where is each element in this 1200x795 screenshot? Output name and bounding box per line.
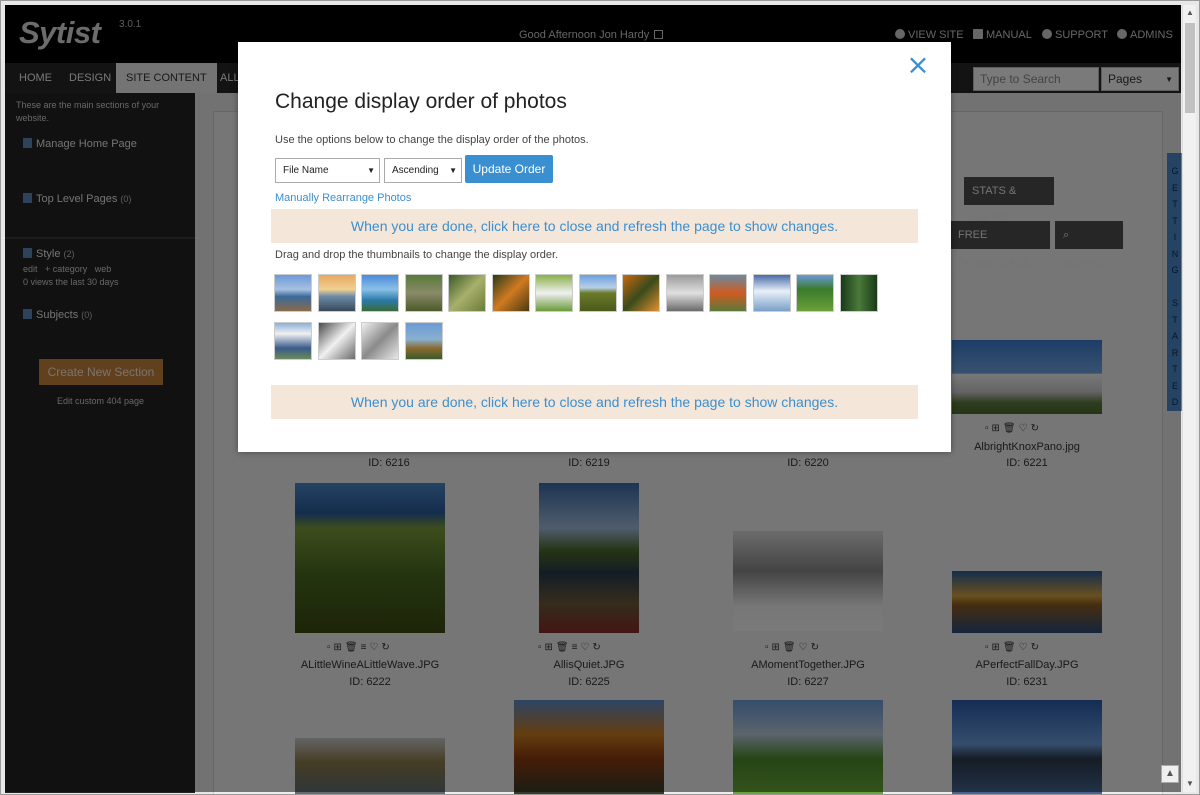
thumbnail-sunset-lake[interactable] [317,274,356,312]
thumbnail-bird-field[interactable] [535,274,573,312]
close-refresh-banner-bottom[interactable]: When you are done, click here to close a… [271,385,918,419]
scroll-down-arrow[interactable]: ▼ [1186,779,1194,788]
scrollbar-thumb[interactable] [1185,23,1195,113]
thumbnail-autumn-leaves[interactable] [448,274,486,312]
browser-window: Sytist 3.0.1 Good Afternoon Jon Hardy VI… [0,0,1200,795]
modal-title: Change display order of photos [275,90,567,113]
thumbnail-autumn-tower[interactable] [404,322,443,360]
thumbnail-green-path[interactable] [796,274,834,312]
thumbnail-fountain[interactable] [404,274,443,312]
thumbnail-dock-lake[interactable] [274,274,312,312]
drag-instructions: Drag and drop the thumbnails to change t… [275,249,559,261]
chevron-down-icon: ▼ [449,166,457,175]
thumbnail-forest[interactable] [839,274,878,312]
thumbnail-snow-branches[interactable] [361,322,399,360]
reorder-photos-modal: × Change display order of photos Use the… [238,42,951,452]
thumbnail-orange-flowers[interactable] [709,274,747,312]
update-order-button[interactable]: Update Order [465,155,553,183]
scroll-up-arrow[interactable]: ▲ [1186,8,1194,17]
thumbnail-orange-leaves[interactable] [491,274,530,312]
chevron-down-icon: ▼ [367,166,375,175]
thumbnail-snow-tree[interactable] [665,274,704,312]
manual-rearrange-link[interactable]: Manually Rearrange Photos [275,192,411,204]
sort-direction-value: Ascending [392,165,439,176]
thumbnail-fall-foliage[interactable] [622,274,660,312]
thumbnail-snowy-woods[interactable] [317,322,356,360]
modal-description: Use the options below to change the disp… [275,134,589,146]
sort-field-select[interactable]: File Name ▼ [275,158,380,183]
sort-direction-select[interactable]: Ascending ▼ [384,158,462,183]
page-scrollbar[interactable]: ▲ ▼ [1182,5,1196,792]
close-refresh-banner-top[interactable]: When you are done, click here to close a… [271,209,918,243]
thumbnail-vineyard[interactable] [578,274,617,312]
sort-field-value: File Name [283,165,329,176]
thumbnail-white-gazebo[interactable] [274,322,312,360]
thumbnail-waterfall[interactable] [752,274,791,312]
close-icon[interactable]: × [906,51,930,79]
thumbnail-blue-water[interactable] [361,274,399,312]
scroll-to-top-button[interactable]: ▲ [1161,765,1179,783]
